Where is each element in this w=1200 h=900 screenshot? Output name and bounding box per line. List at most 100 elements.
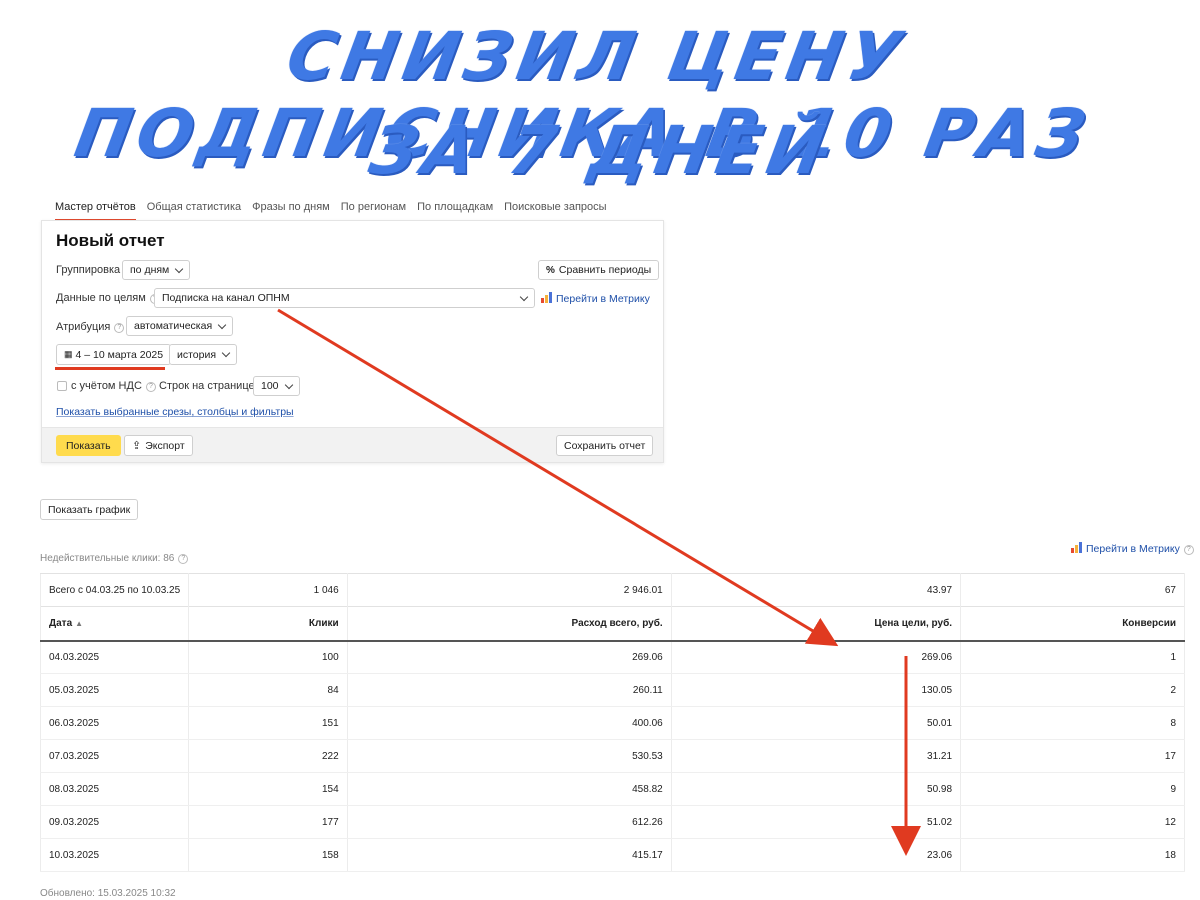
cell-conversions: 12 — [960, 805, 1185, 839]
column-header-date-label: Дата — [49, 617, 73, 629]
cell-clicks: 154 — [188, 772, 348, 806]
total-conversions: 67 — [960, 573, 1185, 607]
date-underline-annotation — [55, 367, 165, 370]
total-goal-price: 43.97 — [670, 573, 962, 607]
cell-spend: 260.11 — [346, 673, 672, 707]
save-report-button[interactable]: Сохранить отчет — [556, 435, 654, 456]
total-period: Всего с 04.03.25 по 10.03.25 — [39, 573, 190, 607]
report-title: Новый отчет — [56, 231, 165, 250]
tab-phrases-by-day[interactable]: Фразы по дням — [252, 201, 330, 221]
go-to-metrika-link[interactable]: Перейти в Метрику — [541, 292, 650, 305]
cell-date: 09.03.2025 — [39, 805, 190, 839]
metrika-icon — [541, 292, 552, 303]
attribution-label: Атрибуция? — [56, 321, 125, 333]
column-header-goal-price[interactable]: Цена цели, руб. — [670, 606, 962, 642]
stats-table: Всего с 04.03.25 по 10.03.25 1 046 2 946… — [39, 573, 1185, 872]
cell-clicks: 151 — [188, 706, 348, 740]
cell-clicks: 158 — [188, 838, 348, 872]
help-icon[interactable]: ? — [114, 323, 125, 333]
attribution-select[interactable]: автоматическая — [126, 316, 234, 336]
tab-by-regions[interactable]: По регионам — [341, 201, 406, 221]
cell-date: 04.03.2025 — [39, 640, 190, 674]
goals-label: Данные по целям? — [56, 292, 160, 304]
goals-label-text: Данные по целям — [56, 292, 146, 304]
rows-per-page-select[interactable]: 100 — [253, 376, 300, 396]
panel-footer: Показать ⇪ Экспорт Сохранить отчет — [42, 427, 663, 462]
date-range-picker[interactable]: ▦ 4 – 10 марта 2025 — [56, 344, 172, 365]
cell-conversions: 18 — [960, 838, 1185, 872]
table-row: 09.03.2025 177 612.26 51.02 12 — [39, 805, 1185, 839]
grouping-select[interactable]: по дням — [122, 260, 191, 280]
compare-periods-button[interactable]: % Сравнить периоды — [538, 260, 660, 280]
tab-general-stats[interactable]: Общая статистика — [147, 201, 241, 221]
tab-search-queries[interactable]: Поисковые запросы — [504, 201, 606, 221]
cell-clicks: 177 — [188, 805, 348, 839]
tab-by-placements[interactable]: По площадкам — [417, 201, 493, 221]
column-header-spend[interactable]: Расход всего, руб. — [346, 606, 672, 642]
attribution-value: автоматическая — [134, 320, 213, 332]
cell-goal-price: 269.06 — [670, 640, 962, 674]
table-row: 06.03.2025 151 400.06 50.01 8 — [39, 706, 1185, 740]
goals-value: Подписка на канал ОПНМ — [162, 292, 290, 304]
cell-spend: 400.06 — [346, 706, 672, 740]
chevron-down-icon — [221, 348, 231, 358]
export-button[interactable]: ⇪ Экспорт — [124, 435, 193, 456]
cell-goal-price: 50.98 — [670, 772, 962, 806]
metrika-icon — [1071, 542, 1082, 553]
cell-goal-price: 31.21 — [670, 739, 962, 773]
history-select[interactable]: история — [169, 344, 238, 365]
chevron-down-icon — [217, 320, 227, 329]
goals-select[interactable]: Подписка на канал ОПНМ — [154, 288, 535, 308]
table-row: 08.03.2025 154 458.82 50.98 9 — [39, 772, 1185, 806]
cell-goal-price: 50.01 — [670, 706, 962, 740]
show-slices-link[interactable]: Показать выбранные срезы, столбцы и филь… — [56, 406, 294, 418]
cell-spend: 612.26 — [346, 805, 672, 839]
column-header-conversions[interactable]: Конверсии — [960, 606, 1185, 642]
help-icon[interactable]: ? — [1183, 545, 1194, 555]
total-clicks: 1 046 — [188, 573, 348, 607]
column-header-clicks[interactable]: Клики — [188, 606, 348, 642]
export-label: Экспорт — [145, 439, 185, 452]
updated-timestamp: Обновлено: 15.03.2025 10:32 — [40, 888, 176, 899]
cell-goal-price: 130.05 — [670, 673, 962, 707]
invalid-clicks-text: Недействительные клики: 86 — [40, 553, 175, 564]
cell-conversions: 17 — [960, 739, 1185, 773]
show-graph-button[interactable]: Показать график — [40, 499, 139, 520]
show-button[interactable]: Показать — [56, 435, 121, 456]
go-to-metrika-link-2[interactable]: Перейти в Метрику? — [1071, 542, 1194, 555]
compare-periods-label: Сравнить периоды — [558, 264, 652, 276]
cell-clicks: 100 — [188, 640, 348, 674]
grouping-value: по дням — [130, 264, 170, 276]
column-header-date[interactable]: Дата ▲ — [39, 606, 190, 642]
table-row: 07.03.2025 222 530.53 31.21 17 — [39, 739, 1185, 773]
chevron-down-icon — [175, 264, 184, 273]
export-icon: ⇪ — [132, 440, 142, 452]
chevron-down-icon — [284, 380, 293, 389]
go-to-metrika-label: Перейти в Метрику — [1086, 543, 1180, 555]
tab-report-master[interactable]: Мастер отчётов — [55, 201, 136, 221]
vat-checkbox[interactable] — [57, 381, 67, 391]
help-icon[interactable]: ? — [145, 382, 156, 392]
cell-conversions: 8 — [960, 706, 1185, 740]
help-icon[interactable]: ? — [178, 554, 189, 564]
cell-spend: 415.17 — [346, 838, 672, 872]
cell-date: 08.03.2025 — [39, 772, 190, 806]
invalid-clicks: Недействительные клики: 86? — [40, 553, 189, 564]
history-value: история — [177, 348, 217, 361]
cell-conversions: 9 — [960, 772, 1185, 806]
cell-clicks: 84 — [188, 673, 348, 707]
headline-line-2: ЗА 7 ДНЕЙ — [364, 112, 836, 189]
vat-label-text: с учётом НДС — [71, 380, 142, 392]
grouping-label: Группировка — [56, 264, 121, 276]
total-row: Всего с 04.03.25 по 10.03.25 1 046 2 946… — [39, 573, 1185, 607]
table-row: 04.03.2025 100 269.06 269.06 1 — [39, 640, 1185, 674]
report-tabs: Мастер отчётов Общая статистика Фразы по… — [55, 201, 607, 221]
chevron-down-icon — [519, 292, 529, 301]
rows-per-page-label: Строк на странице — [159, 380, 255, 392]
total-spend: 2 946.01 — [346, 573, 672, 607]
report-settings-panel: Новый отчет Группировка по дням % Сравни… — [41, 220, 664, 463]
calendar-icon: ▦ — [64, 349, 72, 359]
cell-clicks: 222 — [188, 739, 348, 773]
cell-conversions: 2 — [960, 673, 1185, 707]
attribution-label-text: Атрибуция — [56, 321, 111, 333]
